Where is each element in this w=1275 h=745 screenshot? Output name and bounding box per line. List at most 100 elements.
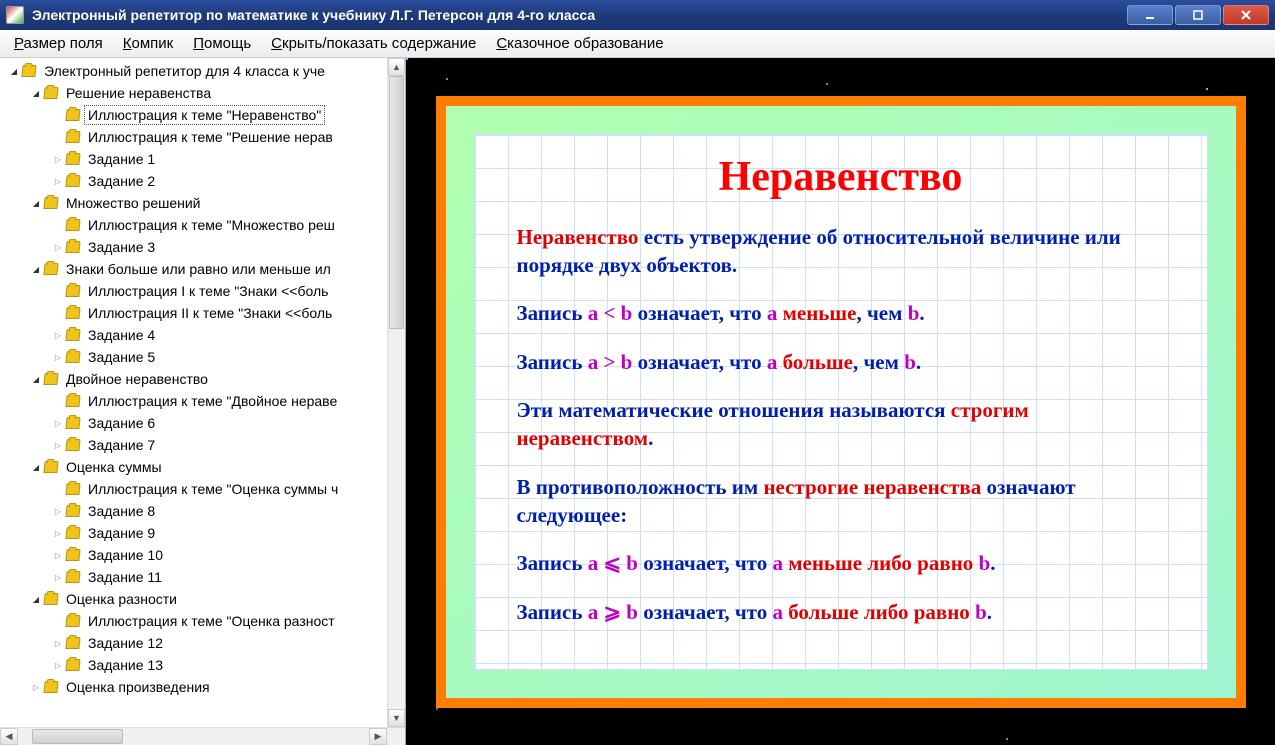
tree-item[interactable]: Задание 7 [0, 434, 405, 456]
tree-item[interactable]: Иллюстрация к теме "Оценка суммы ч [0, 478, 405, 500]
tree-item-label: Задание 5 [85, 348, 158, 366]
expand-icon[interactable] [52, 417, 64, 429]
text-highlight: меньше [777, 301, 856, 325]
text: Эти математические отношения называются [517, 398, 951, 422]
scroll-track[interactable] [388, 76, 405, 709]
scroll-track[interactable] [18, 728, 369, 745]
tree-item[interactable]: Задание 4 [0, 324, 405, 346]
menu-razmer-polya[interactable]: Размер поля [4, 31, 113, 56]
text: означает, что [632, 301, 766, 325]
expand-icon[interactable] [52, 439, 64, 451]
expand-icon[interactable] [52, 659, 64, 671]
tree-item[interactable]: Задание 10 [0, 544, 405, 566]
tree-item[interactable]: Задание 1 [0, 148, 405, 170]
tree-item-label: Оценка суммы [63, 458, 165, 476]
expand-icon[interactable] [52, 241, 64, 253]
scroll-down-arrow[interactable]: ▼ [388, 709, 405, 727]
slide-frame: Неравенство Неравенство есть утверждение… [436, 96, 1246, 708]
menu-pomosh[interactable]: Помощь [183, 31, 261, 56]
text-expr: a > b [588, 350, 633, 374]
tree-item[interactable]: Иллюстрация к теме "Двойное нераве [0, 390, 405, 412]
scroll-thumb[interactable] [389, 76, 404, 329]
expand-icon[interactable] [30, 681, 42, 693]
tree-item-label: Иллюстрация к теме "Неравенство" [85, 106, 324, 124]
tree-item[interactable]: Иллюстрация II к теме "Знаки <<боль [0, 302, 405, 324]
expand-icon[interactable] [52, 527, 64, 539]
expand-icon[interactable] [52, 175, 64, 187]
tree-item-label: Задание 13 [85, 656, 166, 674]
maximize-button[interactable] [1175, 5, 1221, 25]
expand-icon[interactable] [52, 505, 64, 517]
collapse-icon[interactable] [30, 263, 42, 275]
scroll-up-arrow[interactable]: ▲ [388, 58, 405, 76]
collapse-icon[interactable] [30, 373, 42, 385]
tree-item[interactable]: Знаки больше или равно или меньше ил [0, 258, 405, 280]
expand-icon[interactable] [52, 329, 64, 341]
tree-item[interactable]: Задание 5 [0, 346, 405, 368]
tree-item[interactable]: Задание 12 [0, 632, 405, 654]
tree-item[interactable]: Решение неравенства [0, 82, 405, 104]
menu-label: Размер поля [14, 35, 103, 52]
expand-icon[interactable] [52, 571, 64, 583]
vertical-scrollbar[interactable]: ▲ ▼ [387, 58, 405, 727]
tree-item-label: Иллюстрация к теме "Оценка разност [85, 612, 338, 630]
menu-kompik[interactable]: Компик [113, 31, 183, 56]
tree-item-label: Двойное неравенство [63, 370, 211, 388]
window-title: Электронный репетитор по математике к уч… [32, 7, 1127, 23]
collapse-icon[interactable] [30, 87, 42, 99]
scroll-left-arrow[interactable]: ◀ [0, 728, 18, 745]
book-icon [65, 483, 80, 495]
text-expr: a ⩾ b [588, 600, 638, 624]
horizontal-scrollbar[interactable]: ◀ ▶ [0, 727, 405, 745]
tree-item[interactable]: Оценка разности [0, 588, 405, 610]
expand-icon[interactable] [52, 153, 64, 165]
expand-icon[interactable] [52, 549, 64, 561]
text: означает, что [638, 600, 772, 624]
collapse-icon[interactable] [8, 65, 20, 77]
tree-item[interactable]: Иллюстрация к теме "Множество реш [0, 214, 405, 236]
tree-item[interactable]: Задание 6 [0, 412, 405, 434]
tree-item[interactable]: Задание 3 [0, 236, 405, 258]
tree-item[interactable]: Задание 2 [0, 170, 405, 192]
tree-item[interactable]: Иллюстрация к теме "Неравенство" [0, 104, 405, 126]
text: Запись [517, 551, 588, 575]
expand-icon[interactable] [52, 351, 64, 363]
toc-scroll-area: Электронный репетитор для 4 класса к уче… [0, 58, 405, 727]
menu-skazochnoe[interactable]: Сказочное образование [486, 31, 673, 56]
slide-inner: Неравенство Неравенство есть утверждение… [446, 106, 1236, 698]
book-icon [43, 373, 58, 385]
tree-item[interactable]: Задание 9 [0, 522, 405, 544]
collapse-icon[interactable] [30, 461, 42, 473]
menu-skryt-pokazat[interactable]: Скрыть/показать содержание [261, 31, 486, 56]
toggle-spacer [52, 109, 64, 121]
scroll-right-arrow[interactable]: ▶ [369, 728, 387, 745]
tree-item[interactable]: Оценка произведения [0, 676, 405, 698]
tree-item[interactable]: Задание 11 [0, 566, 405, 588]
text-expr: a ⩽ b [588, 551, 638, 575]
content-panel: Неравенство Неравенство есть утверждение… [406, 58, 1275, 745]
minimize-button[interactable] [1127, 5, 1173, 25]
text: означает, что [632, 350, 766, 374]
tree-item[interactable]: Задание 13 [0, 654, 405, 676]
text: . [987, 600, 992, 624]
tree-item[interactable]: Электронный репетитор для 4 класса к уче [0, 60, 405, 82]
book-icon [65, 131, 80, 143]
close-button[interactable] [1223, 5, 1269, 25]
tree-item[interactable]: Множество решений [0, 192, 405, 214]
book-icon [65, 109, 80, 121]
tree-item[interactable]: Иллюстрация I к теме "Знаки <<боль [0, 280, 405, 302]
scroll-thumb[interactable] [32, 729, 123, 744]
tree-item[interactable]: Иллюстрация к теме "Оценка разност [0, 610, 405, 632]
tree-item[interactable]: Иллюстрация к теме "Решение нерав [0, 126, 405, 148]
book-icon [65, 351, 80, 363]
tree-item[interactable]: Двойное неравенство [0, 368, 405, 390]
slide-paragraph-4: Эти математические отношения называются … [517, 396, 1165, 453]
book-icon [65, 219, 80, 231]
collapse-icon[interactable] [30, 197, 42, 209]
expand-icon[interactable] [52, 637, 64, 649]
tree-item[interactable]: Задание 8 [0, 500, 405, 522]
tree-item[interactable]: Оценка суммы [0, 456, 405, 478]
collapse-icon[interactable] [30, 593, 42, 605]
tree-item-label: Оценка произведения [63, 678, 213, 696]
book-icon [65, 571, 80, 583]
